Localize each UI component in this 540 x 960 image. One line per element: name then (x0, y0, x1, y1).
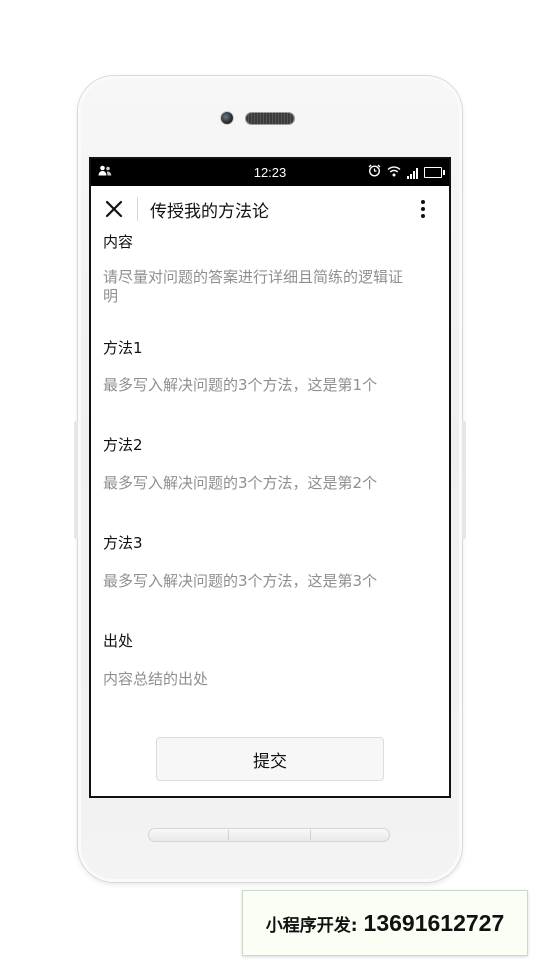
earpiece-speaker (246, 113, 294, 124)
banner-label: 小程序开发: (265, 915, 358, 936)
method3-field[interactable]: 最多写入解决问题的3个方法，这是第3个 (103, 572, 437, 591)
more-button[interactable] (411, 197, 435, 221)
method3-label: 方法3 (103, 534, 143, 552)
power-button (462, 421, 466, 539)
page-title: 传授我的方法论 (150, 201, 269, 222)
method1-label: 方法1 (103, 339, 143, 357)
form: 内容 请尽量对问题的答案进行详细且简练的逻辑证明 方法1 最多写入解决问题的3个… (91, 232, 449, 689)
close-button[interactable] (91, 186, 137, 232)
alarm-icon (368, 164, 381, 181)
method2-label: 方法2 (103, 436, 143, 454)
home-key-bar[interactable] (148, 828, 390, 842)
method2-field[interactable]: 最多写入解决问题的3个方法，这是第2个 (103, 474, 437, 493)
content-label: 内容 (103, 233, 134, 251)
wifi-icon (387, 165, 401, 181)
source-field[interactable]: 内容总结的出处 (103, 670, 437, 689)
method1-field[interactable]: 最多写入解决问题的3个方法，这是第1个 (103, 376, 437, 395)
submit-button[interactable]: 提交 (156, 737, 384, 781)
status-bar: 12:23 (91, 159, 449, 186)
signal-icon (407, 167, 418, 179)
more-vertical-icon (421, 200, 425, 218)
content-field[interactable]: 请尽量对问题的答案进行详细且简练的逻辑证明 (103, 268, 403, 306)
stage: 12:23 传授我的方法论 内容 请尽量对问题的答案进行详细且简练的逻辑证明 方… (0, 0, 540, 960)
nav-bar: 传授我的方法论 (91, 186, 449, 232)
developer-contact-banner: 小程序开发: 13691612727 (242, 890, 528, 956)
nav-divider (137, 197, 138, 221)
volume-button (74, 421, 78, 539)
phone-screen: 12:23 传授我的方法论 内容 请尽量对问题的答案进行详细且简练的逻辑证明 方… (89, 157, 451, 798)
close-icon (105, 200, 123, 218)
banner-phone: 13691612727 (363, 909, 505, 936)
front-camera (221, 112, 233, 124)
source-label: 出处 (103, 632, 134, 650)
battery-icon (424, 167, 445, 178)
